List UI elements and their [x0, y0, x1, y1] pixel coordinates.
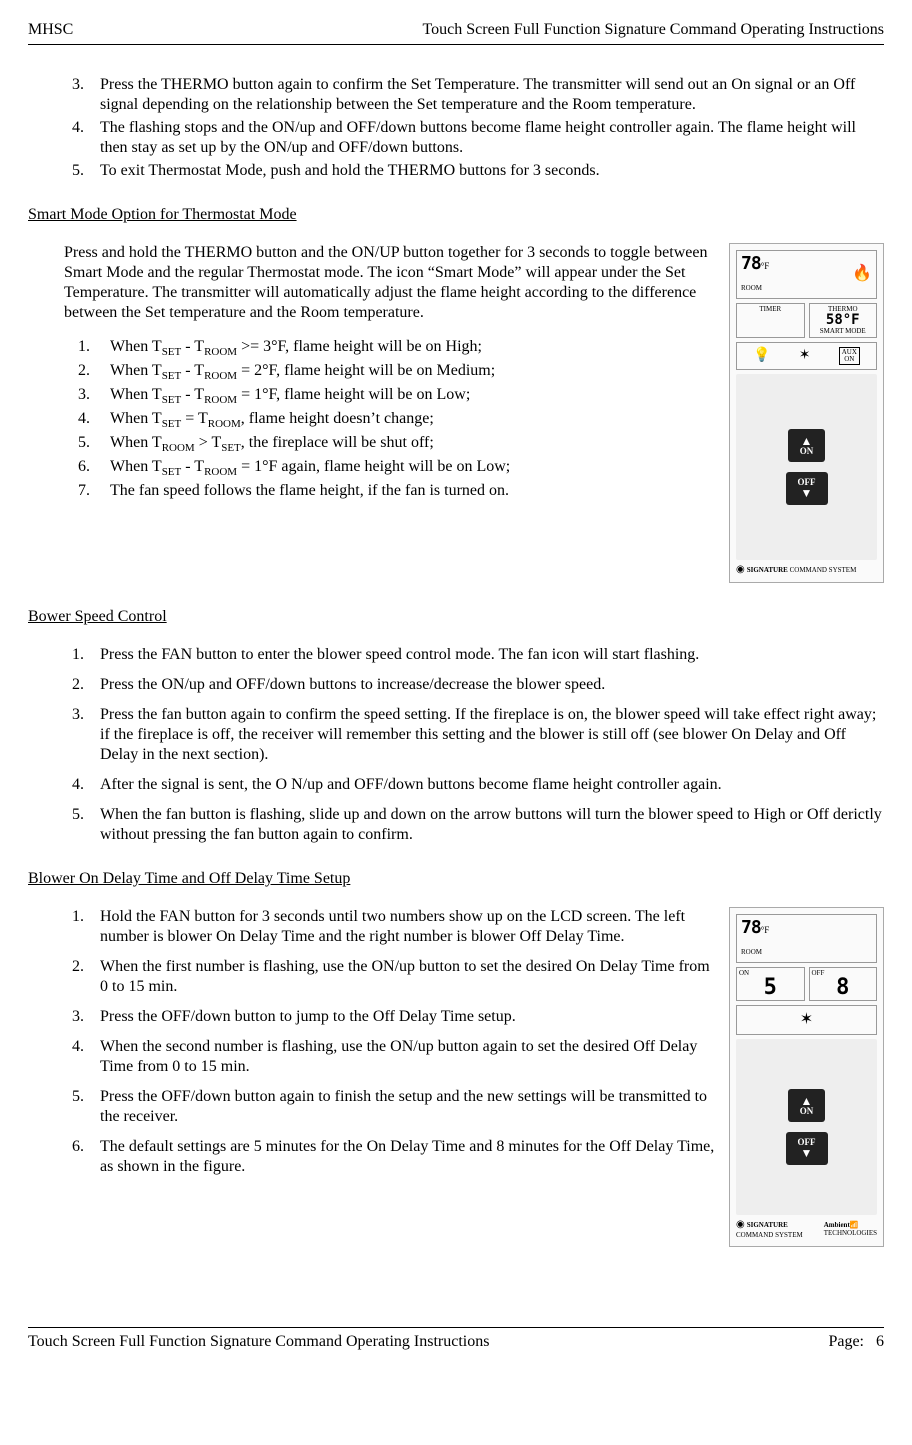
list-item: Press the ON/up and OFF/down buttons to …	[88, 675, 884, 695]
wifi-icon: 📶	[850, 1221, 859, 1229]
lcd-icon-row: 💡 ✶ AUX ON	[736, 342, 877, 370]
list-item: Press the THERMO button again to confirm…	[88, 75, 884, 115]
thermo-continued-list: Press the THERMO button again to confirm…	[28, 75, 884, 181]
off-delay-box: OFF 8	[809, 967, 878, 1002]
on-button[interactable]: ▲ ON	[788, 429, 826, 462]
remote-figure-delay: 78°F ROOM ON 5 OFF 8 ✶ ▲ ON OFF ▼ ◉SIGNA…	[729, 907, 884, 1247]
page-header: MHSC Touch Screen Full Function Signatur…	[28, 20, 884, 45]
brand-signature: ◉SIGNATURE COMMAND SYSTEM	[736, 1219, 824, 1240]
power-icon: ◉	[736, 564, 745, 575]
timer-box: TIMER	[736, 303, 805, 339]
lcd-mid-row: TIMER THERMO 58°F SMART MODE	[736, 303, 877, 339]
lcd-delay-row: ON 5 OFF 8	[736, 967, 877, 1002]
list-item: After the signal is sent, the O N/up and…	[88, 775, 884, 795]
lcd-room-temp: 78°F ROOM	[741, 253, 769, 296]
list-item: To exit Thermostat Mode, push and hold t…	[88, 161, 884, 181]
brand-ambient: Ambient📶TECHNOLOGIES	[824, 1221, 877, 1239]
blower-speed-heading: Bower Speed Control	[28, 607, 884, 627]
lcd-fan-row: ✶	[736, 1005, 877, 1035]
lcd-top-row: 78°F ROOM 🔥	[736, 250, 877, 299]
blower-speed-list: Press the FAN button to enter the blower…	[28, 645, 884, 845]
on-button[interactable]: ▲ ON	[788, 1089, 826, 1122]
brand-bar: ◉SIGNATURE COMMAND SYSTEM	[736, 564, 877, 577]
page-number: 6	[876, 1333, 884, 1350]
smart-mode-heading: Smart Mode Option for Thermostat Mode	[28, 205, 884, 225]
lcd-room-temp: 78°F ROOM	[741, 917, 769, 960]
light-icon: 💡	[753, 347, 770, 365]
on-delay-box: ON 5	[736, 967, 805, 1002]
aux-icon: AUX ON	[839, 347, 860, 365]
off-button[interactable]: OFF ▼	[786, 472, 828, 505]
fan-icon: ✶	[799, 347, 811, 365]
footer-right: Page: 6	[828, 1332, 884, 1352]
off-button[interactable]: OFF ▼	[786, 1132, 828, 1165]
power-icon: ◉	[736, 1219, 745, 1230]
header-right: Touch Screen Full Function Signature Com…	[423, 20, 884, 40]
button-area: ▲ ON OFF ▼	[736, 1039, 877, 1215]
list-item: Press the fan button again to confirm th…	[88, 705, 884, 765]
lcd-top-row: 78°F ROOM	[736, 914, 877, 963]
flame-icon: 🔥	[852, 264, 872, 284]
brand-bar: ◉SIGNATURE COMMAND SYSTEM Ambient📶TECHNO…	[736, 1219, 877, 1240]
list-item: The flashing stops and the ON/up and OFF…	[88, 118, 884, 158]
delay-heading: Blower On Delay Time and Off Delay Time …	[28, 869, 884, 889]
remote-figure-smart-mode: 78°F ROOM 🔥 TIMER THERMO 58°F SMART MODE…	[729, 243, 884, 583]
down-arrow-icon: ▼	[801, 487, 813, 499]
button-area: ▲ ON OFF ▼	[736, 374, 877, 560]
list-item: Press the FAN button to enter the blower…	[88, 645, 884, 665]
down-arrow-icon: ▼	[801, 1147, 813, 1159]
footer-left: Touch Screen Full Function Signature Com…	[28, 1332, 489, 1352]
up-arrow-icon: ▲	[801, 435, 813, 447]
fan-icon: ✶	[800, 1011, 813, 1028]
header-left: MHSC	[28, 20, 73, 40]
brand-signature: ◉SIGNATURE COMMAND SYSTEM	[736, 564, 856, 577]
list-item: When the fan button is flashing, slide u…	[88, 805, 884, 845]
page-footer: Touch Screen Full Function Signature Com…	[28, 1327, 884, 1352]
thermo-box: THERMO 58°F SMART MODE	[809, 303, 878, 339]
